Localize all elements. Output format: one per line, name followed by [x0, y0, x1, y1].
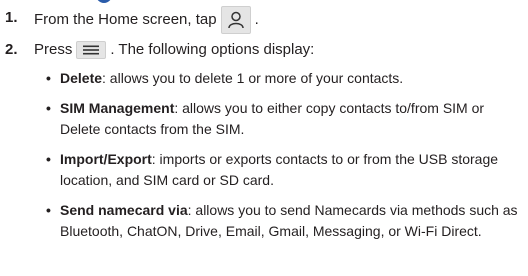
option-term: Delete [60, 70, 103, 86]
step-2-text-after: . The following options display: [110, 41, 315, 58]
bullet: • [46, 70, 51, 86]
option-term: SIM Management [60, 100, 175, 116]
step-text: Press . The following options display: [34, 40, 314, 60]
option-desc: : allows you to delete 1 or more of your… [102, 70, 404, 86]
menu-key-icon [76, 41, 107, 59]
bullet: • [46, 100, 51, 116]
option-sim-management: • SIM Management: allows you to either c… [44, 98, 524, 140]
option-term: Import/Export [60, 151, 152, 167]
step-1-text-after: . [254, 11, 259, 28]
step-text: From the Home screen, tap . [34, 6, 259, 34]
contacts-person-icon [220, 6, 251, 34]
step-1-text-before: From the Home screen, tap [34, 11, 217, 28]
step-number: 1. [5, 9, 18, 26]
step-2-text-before: Press [34, 41, 73, 58]
heading-glyph-fragment [96, 0, 112, 3]
options-list: • Delete: allows you to delete 1 or more… [44, 68, 524, 251]
step-number: 2. [5, 41, 18, 58]
option-term: Send namecard via [60, 202, 188, 218]
bullet: • [46, 151, 51, 167]
heading-fragment [0, 0, 528, 4]
option-delete: • Delete: allows you to delete 1 or more… [44, 68, 524, 89]
option-import-export: • Import/Export: imports or exports cont… [44, 149, 524, 191]
bullet: • [46, 202, 51, 218]
option-send-namecard: • Send namecard via: allows you to send … [44, 200, 524, 242]
